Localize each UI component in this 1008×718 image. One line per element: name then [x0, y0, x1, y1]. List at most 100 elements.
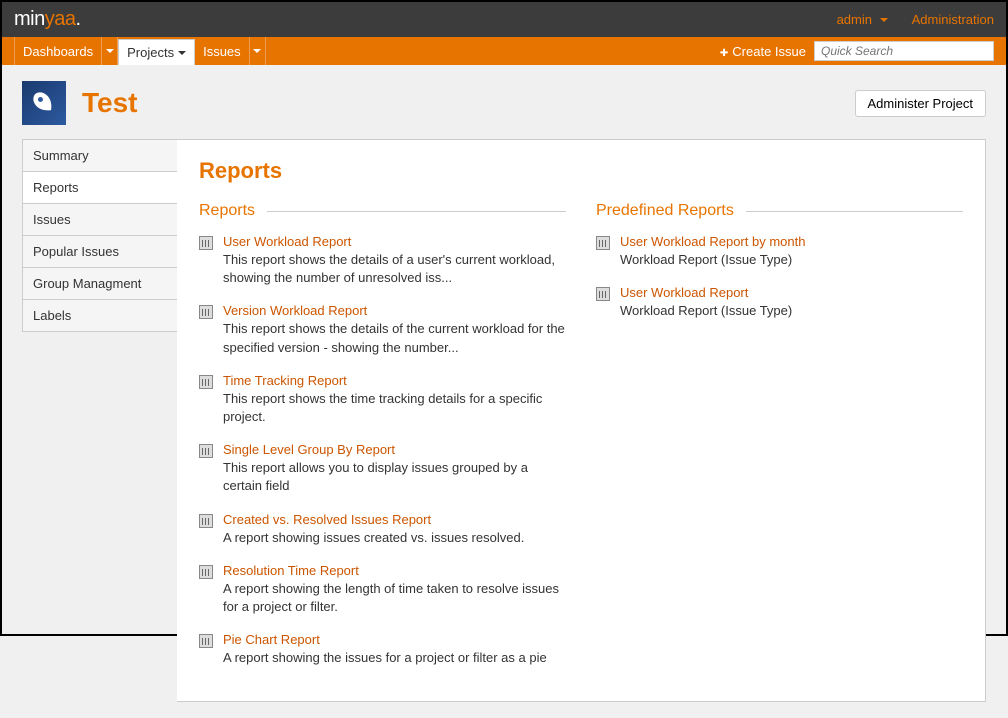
report-link[interactable]: User Workload Report: [620, 285, 748, 300]
nav-dashboards[interactable]: Dashboards: [14, 37, 102, 65]
main-panel: Reports Reports User Workload Report This…: [177, 139, 986, 702]
top-bar: minyaa. admin Administration: [2, 2, 1006, 37]
project-avatar[interactable]: [22, 81, 66, 125]
nav-left: Dashboards Projects Issues: [14, 37, 266, 65]
report-item: Version Workload Report This report shows…: [199, 303, 566, 356]
report-description: This report shows the details of the cur…: [223, 320, 566, 356]
report-text: User Workload Report by month Workload Re…: [620, 234, 963, 269]
report-description: A report showing issues created vs. issu…: [223, 529, 566, 547]
report-link[interactable]: User Workload Report: [223, 234, 351, 249]
nav-dashboards-dropdown[interactable]: [102, 37, 118, 65]
chevron-down-icon[interactable]: [880, 18, 888, 22]
report-text: Created vs. Resolved Issues Report A repo…: [223, 512, 566, 547]
report-text: Time Tracking Report This report shows th…: [223, 373, 566, 426]
report-item: User Workload Report This report shows th…: [199, 234, 566, 287]
report-link[interactable]: Resolution Time Report: [223, 563, 359, 578]
nav-label: Dashboards: [23, 44, 93, 59]
chart-icon: [596, 236, 610, 250]
chart-icon: [199, 236, 213, 250]
divider-line: [746, 211, 963, 212]
project-title: Test: [82, 87, 138, 119]
sidebar-item-summary[interactable]: Summary: [22, 139, 178, 171]
section-heading-predefined: Predefined Reports: [596, 202, 963, 220]
create-issue-button[interactable]: Create Issue: [720, 44, 806, 59]
chart-icon: [199, 305, 213, 319]
report-item: Time Tracking Report This report shows th…: [199, 373, 566, 426]
predefined-list: User Workload Report by month Workload Re…: [596, 234, 963, 320]
main-columns: SummaryReportsIssuesPopular IssuesGroup …: [22, 139, 986, 702]
nav-label: Issues: [203, 44, 241, 59]
report-item: Resolution Time Report A report showing t…: [199, 563, 566, 616]
nav-projects[interactable]: Projects: [118, 39, 195, 65]
report-link[interactable]: Time Tracking Report: [223, 373, 347, 388]
nav-right: Create Issue: [720, 37, 994, 65]
report-text: User Workload Report Workload Report (Iss…: [620, 285, 963, 320]
administer-project-button[interactable]: Administer Project: [855, 90, 986, 117]
section-label: Reports: [199, 202, 255, 220]
report-item: Created vs. Resolved Issues Report A repo…: [199, 512, 566, 547]
project-header-left: Test: [22, 81, 138, 125]
chevron-down-icon: [178, 51, 186, 55]
report-text: Pie Chart Report A report showing the iss…: [223, 632, 566, 667]
report-link[interactable]: Version Workload Report: [223, 303, 367, 318]
nav-issues-dropdown[interactable]: [250, 37, 266, 65]
report-description: Workload Report (Issue Type): [620, 251, 963, 269]
divider: [896, 12, 904, 27]
chevron-down-icon: [253, 49, 261, 53]
project-header: Test Administer Project: [22, 81, 986, 125]
sidebar-item-reports[interactable]: Reports: [22, 171, 178, 203]
sidebar-item-issues[interactable]: Issues: [22, 203, 178, 235]
chart-icon: [199, 634, 213, 648]
report-item: User Workload Report Workload Report (Iss…: [596, 285, 963, 320]
report-description: A report showing the issues for a projec…: [223, 649, 566, 667]
report-description: This report allows you to display issues…: [223, 459, 566, 495]
nav-issues[interactable]: Issues: [195, 37, 250, 65]
report-item: User Workload Report by month Workload Re…: [596, 234, 963, 269]
divider-line: [267, 211, 566, 212]
plus-icon: [720, 44, 728, 59]
report-link[interactable]: Pie Chart Report: [223, 632, 320, 647]
admin-link[interactable]: admin: [837, 12, 872, 27]
nav-bar: Dashboards Projects Issues Create Issue: [2, 37, 1006, 65]
report-text: Single Level Group By Report This report …: [223, 442, 566, 495]
report-link[interactable]: User Workload Report by month: [620, 234, 805, 249]
chart-icon: [199, 375, 213, 389]
section-heading-reports: Reports: [199, 202, 566, 220]
report-description: This report shows the details of a user'…: [223, 251, 566, 287]
report-item: Single Level Group By Report This report …: [199, 442, 566, 495]
logo-dot: .: [75, 8, 80, 30]
report-text: Resolution Time Report A report showing t…: [223, 563, 566, 616]
chart-icon: [199, 514, 213, 528]
rocket-icon: [23, 82, 65, 124]
report-item: Pie Chart Report A report showing the iss…: [199, 632, 566, 667]
report-text: User Workload Report This report shows th…: [223, 234, 566, 287]
chart-icon: [199, 565, 213, 579]
nav-label: Projects: [127, 45, 174, 60]
administration-link[interactable]: Administration: [912, 12, 994, 27]
report-description: Workload Report (Issue Type): [620, 302, 963, 320]
reports-column: Reports User Workload Report This report …: [199, 202, 566, 683]
sidebar-item-labels[interactable]: Labels: [22, 299, 178, 332]
predefined-column: Predefined Reports User Workload Report …: [596, 202, 963, 683]
logo-part1: min: [14, 8, 45, 30]
section-label: Predefined Reports: [596, 202, 734, 220]
search-input[interactable]: [814, 41, 994, 61]
sidebar: SummaryReportsIssuesPopular IssuesGroup …: [22, 139, 178, 702]
chevron-down-icon: [106, 49, 114, 53]
sidebar-item-popular-issues[interactable]: Popular Issues: [22, 235, 178, 267]
sidebar-item-group-managment[interactable]: Group Managment: [22, 267, 178, 299]
chart-icon: [596, 287, 610, 301]
panel-title: Reports: [199, 158, 963, 184]
report-description: This report shows the time tracking deta…: [223, 390, 566, 426]
logo[interactable]: minyaa.: [14, 8, 81, 31]
report-columns: Reports User Workload Report This report …: [199, 202, 963, 683]
chart-icon: [199, 444, 213, 458]
reports-list: User Workload Report This report shows th…: [199, 234, 566, 667]
report-text: Version Workload Report This report shows…: [223, 303, 566, 356]
report-link[interactable]: Single Level Group By Report: [223, 442, 395, 457]
logo-part2: yaa: [45, 8, 76, 30]
create-issue-label: Create Issue: [732, 44, 806, 59]
report-link[interactable]: Created vs. Resolved Issues Report: [223, 512, 431, 527]
report-description: A report showing the length of time take…: [223, 580, 566, 616]
content: Test Administer Project SummaryReportsIs…: [2, 65, 1006, 718]
